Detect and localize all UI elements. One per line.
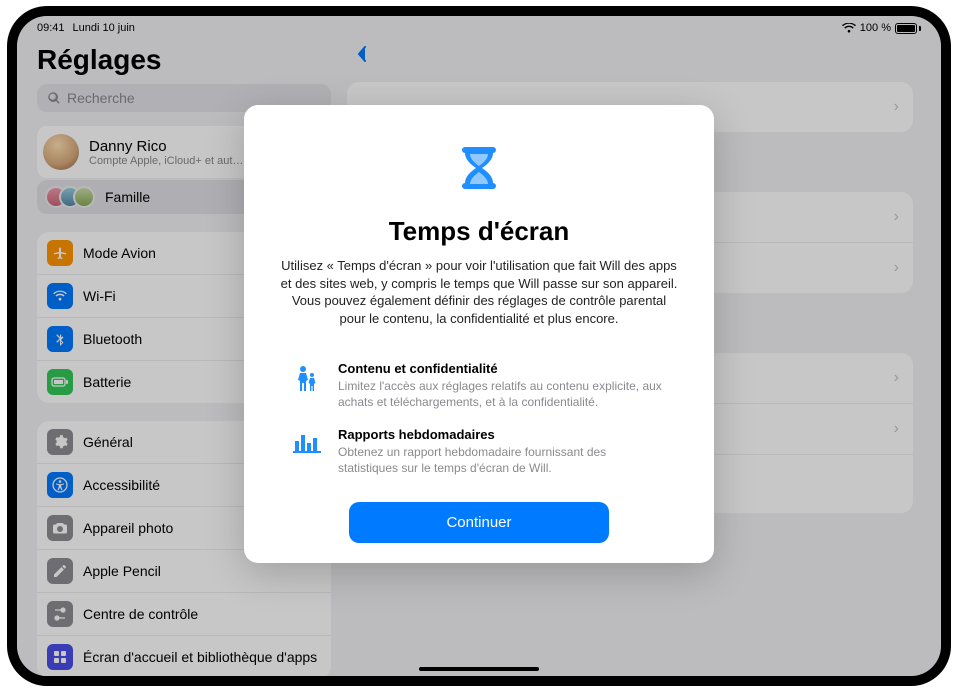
family-icon xyxy=(290,361,324,410)
feature-title: Contenu et confidentialité xyxy=(338,361,668,376)
feature-text: Obtenez un rapport hebdomadaire fourniss… xyxy=(338,444,668,476)
screen: 09:41 Lundi 10 juin 100 % Réglages Reche… xyxy=(17,16,941,676)
bar-chart-icon xyxy=(290,427,324,476)
ipad-frame: 09:41 Lundi 10 juin 100 % Réglages Reche… xyxy=(7,6,951,686)
home-indicator[interactable] xyxy=(419,667,539,671)
continue-button[interactable]: Continuer xyxy=(349,502,609,543)
modal-description: Utilisez « Temps d'écran » pour voir l'u… xyxy=(272,257,686,327)
feature-weekly-reports: Rapports hebdomadaires Obtenez un rappor… xyxy=(272,419,686,484)
feature-text: Limitez l'accès aux réglages relatifs au… xyxy=(338,378,668,410)
modal-scrim: Temps d'écran Utilisez « Temps d'écran »… xyxy=(17,16,941,676)
modal-title: Temps d'écran xyxy=(272,216,686,247)
hourglass-icon xyxy=(457,145,501,195)
screen-time-modal: Temps d'écran Utilisez « Temps d'écran »… xyxy=(244,105,714,563)
feature-title: Rapports hebdomadaires xyxy=(338,427,668,442)
feature-content-privacy: Contenu et confidentialité Limitez l'acc… xyxy=(272,353,686,418)
